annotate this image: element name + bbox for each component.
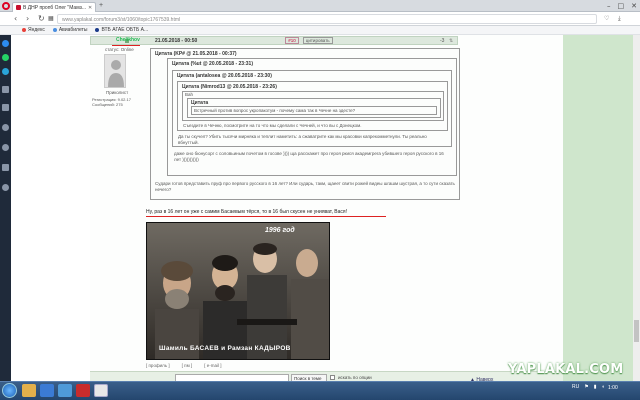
quote-3-text: Да ты скучел? Убить тысячи мирняка и теп… [178,134,427,145]
email-link[interactable]: [ e-mail ] [204,363,221,368]
post-header: 21.05.2018 - 00:50 #10 цитировать [90,36,458,45]
home-grid-icon[interactable]: ▦ [48,15,54,22]
photo-caption: Шамиль БАСАЕВ и Рамзан КАДЫРОВ [159,345,291,352]
search-option-checkbox[interactable] [330,375,335,380]
bookmark-yandex[interactable]: Яндекс [22,27,45,33]
right-margin [563,35,633,381]
window-controls: – □ ✕ [607,2,637,10]
user-meta: Регистрация: 9.02.17 Сообщений: 275 [92,97,131,107]
forward-icon[interactable]: › [26,14,29,23]
quote-button[interactable]: цитировать [302,37,333,44]
send-icon[interactable] [2,104,9,111]
yaplakal-favicon-icon [16,5,21,10]
post-score: -3 [440,38,445,44]
quote-level-4: Цитата (Nimrod13 @ 20.05.2018 - 23:26) B… [177,81,448,131]
quote-2-header: Цитата (%ut @ 20.05.2018 - 23:31) [172,61,253,67]
url-field[interactable]: www.yaplakal.com/forum3/st/1060/topic176… [57,14,597,24]
system-tray: RU ⚑ ▮ ◖ [572,384,605,390]
scrollbar-thumb[interactable] [634,320,639,342]
messenger-icon[interactable] [2,40,9,47]
opera-taskbar-icon[interactable] [94,384,108,397]
back-icon[interactable]: ‹ [14,14,17,23]
profile-link[interactable]: [ профиль ] [146,363,170,368]
heart-icon[interactable] [2,144,9,151]
post-number-badge[interactable]: #10 [285,37,299,44]
quote-level-1: Цитата (KP# @ 21.05.2018 - 00:37) Цитата… [150,48,460,200]
tray-flag-icon[interactable]: ⚑ [584,384,588,390]
quote-4-text: Съездите в Чечню, посмотрите на то что м… [183,123,362,128]
vtb-icon [95,28,100,32]
photo-year: 1996 год [265,227,295,234]
photo-illustration [147,223,329,359]
tray-network-icon[interactable]: ▮ [594,384,597,390]
reload-icon[interactable]: ↻ [38,14,45,23]
avatar[interactable] [104,54,126,88]
close-window-icon[interactable]: ✕ [631,2,637,10]
settings-icon[interactable] [2,184,9,191]
quote-1-header: Цитата (KP# @ 21.05.2018 - 00:37) [155,51,237,57]
bookmarks-bar: Яндекс Авиабилеты ВТБ АГАЕ ОБТБ А... [0,26,640,35]
left-margin [11,35,90,381]
search-option-label: искать по опции [338,375,372,380]
plane-icon [52,28,57,32]
download-icon[interactable]: ⤓ [618,15,621,23]
tab-bar: В ДНР пропб Олег "Мамз... ✕ + – □ ✕ [0,0,640,12]
quote-level-3: Цитата (antalosea @ 20.05.2018 - 23:30) … [172,70,452,147]
quote-level-5: Bah Цитата Встречный против вопрос укроп… [182,91,444,121]
quote-4-header: Цитата (Nimrod13 @ 20.05.2018 - 23:26) [182,84,277,90]
ie-icon[interactable] [58,384,72,397]
quote-1-text: Судари готов представить пруф про первог… [155,181,455,192]
browser-tab[interactable]: В ДНР пропб Олег "Мамз... ✕ [12,2,96,12]
post-footer-links: [ профиль ] [ пм ] [ e-mail ] [146,363,221,368]
quote-3-header: Цитата (antalosea @ 20.05.2018 - 23:30) [177,73,272,79]
bookmark-avia[interactable]: Авиабилеты [52,27,87,33]
quote-level-6: Цитата Встречный против вопрос укропакот… [187,98,441,118]
opera-logo-icon[interactable] [2,2,10,10]
username-underline [112,45,140,46]
grid-icon[interactable] [2,86,9,93]
taskbar-clock[interactable]: 1:00 [608,385,618,391]
whatsapp-icon[interactable] [2,54,9,61]
username[interactable]: Chelikhov [116,37,140,43]
camera-icon[interactable] [2,124,9,131]
history-icon[interactable] [2,164,9,171]
explorer-icon[interactable] [22,384,36,397]
reply-underline [146,216,386,217]
user-message-count: Сообщений: 275 [92,102,123,107]
bookmark-vtb[interactable]: ВТБ АГАЕ ОБТБ А... [95,27,148,33]
yaplakal-logo[interactable]: YAPLAKAL.COM [508,362,623,377]
vote-arrow-icon[interactable]: ⇅ [449,38,453,44]
reply-text: Ну, раз в 16 лет он уже с самим Басаевым… [146,209,348,215]
telegram-icon[interactable] [2,68,9,75]
minimize-icon[interactable]: – [607,2,611,10]
yandex-browser-icon[interactable] [76,384,90,397]
user-rank: Приколист [106,90,129,95]
quote-2-text: даже оно бюнусорг с соловьиным почетом в… [174,151,444,162]
new-tab-icon[interactable]: + [99,2,103,9]
post-date: 21.05.2018 - 00:50 [155,37,198,44]
maximize-icon[interactable]: □ [618,2,625,10]
media-player-icon[interactable] [40,384,54,397]
yandex-icon [22,28,26,32]
quote-6-text: Встречный против вопрос укропакотум - по… [191,106,437,115]
tray-volume-icon[interactable]: ◖ [601,384,604,390]
post-photo[interactable]: 1996 год Шамиль БАСАЕВ и Рамзан КАДЫРОВ [146,222,330,360]
quote-level-2: Цитата (%ut @ 20.05.2018 - 23:31) Цитата… [167,58,457,176]
address-bar: ‹ › ↻ ▦ www.yaplakal.com/forum3/st/1060/… [0,12,640,26]
start-button[interactable] [2,383,17,398]
pm-link[interactable]: [ пм ] [182,363,193,368]
user-status: статус: Online [105,47,134,52]
bookmark-heart-icon[interactable]: ♡ [604,15,609,22]
tab-close-icon[interactable]: ✕ [88,5,92,11]
tray-lang[interactable]: RU [572,384,579,390]
tab-title: В ДНР пропб Олег "Мамз... [23,4,87,11]
